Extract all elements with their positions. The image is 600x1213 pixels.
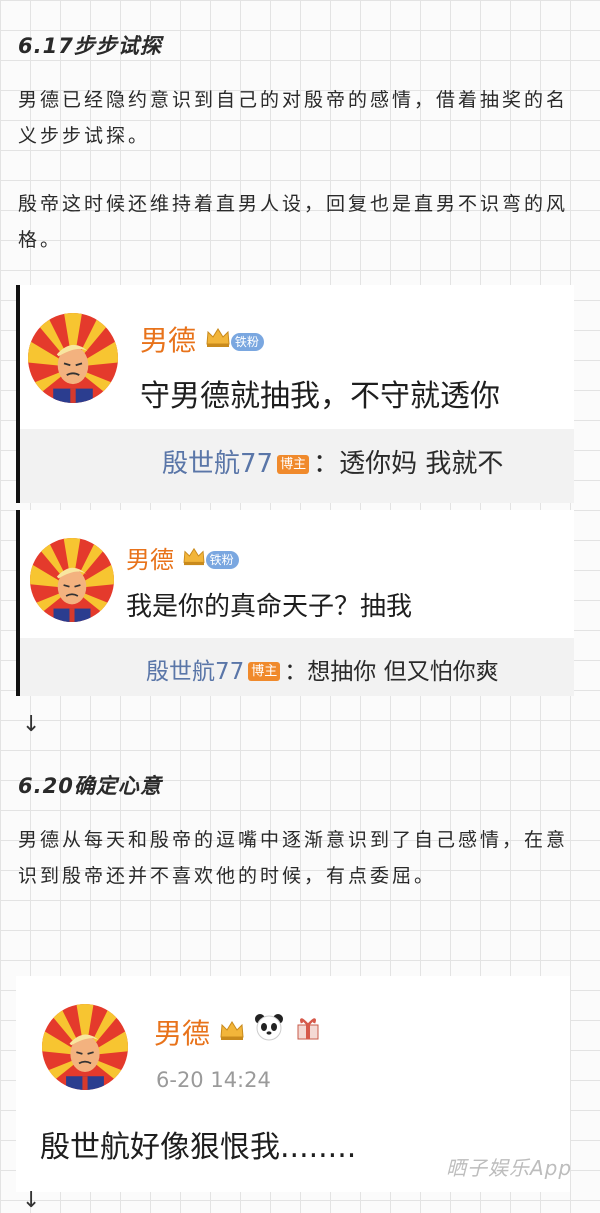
section-heading-617: 6.17步步试探 [18,34,162,58]
comment-card-1: 男德 铁粉 守男德就抽我，不守就透你 殷世航77 博主 ：透你妈 我就不 [16,285,574,503]
username-row: 男德 铁粉 [126,540,239,575]
crown-icon [205,322,231,355]
reply-text: ：想抽你 但又怕你爽 [284,659,499,685]
post-timestamp: 6-20 14:24 [156,1068,271,1092]
post-text: 殷世航好像狠恨我........ [40,1130,357,1165]
avatar[interactable] [30,538,114,622]
comment-text: 我是你的真命天子？抽我 [126,592,413,622]
avatar-icon [42,1004,128,1090]
down-arrow-icon: ↓ [22,712,41,737]
username-row: 男德 [154,1012,323,1052]
username[interactable]: 男德 [140,324,196,357]
watermark-logo: 晒子娱乐App [446,1156,573,1180]
avatar-icon [30,538,114,622]
reply-row: 殷世航77 博主 ：透你妈 我就不 [162,443,503,480]
blogger-badge: 博主 [277,455,310,474]
username[interactable]: 男德 [154,1017,210,1050]
panda-icon [254,1013,284,1048]
paragraph-1: 男德已经隐约意识到自己的对殷帝的感情，借着抽奖的名义步步试探。 [18,89,569,147]
reply-username[interactable]: 殷世航77 [162,449,273,479]
reply-username[interactable]: 殷世航77 [146,659,244,685]
avatar[interactable] [42,1004,128,1090]
crown-icon [182,544,206,572]
reply-block: 殷世航77 博主 ：想抽你 但又怕你爽 [20,638,574,696]
paragraph-2: 殷帝这时候还维持着直男人设，回复也是直男不识弯的风格。 [18,193,569,251]
reply-row: 殷世航77 博主 ：想抽你 但又怕你爽 [146,652,499,686]
username[interactable]: 男德 [126,546,174,574]
gift-icon [293,1013,323,1048]
paragraph-3: 男德从每天和殷帝的逗嘴中逐渐意识到了自己感情，在意识到殷帝还并不喜欢他的时候，有… [18,829,569,887]
username-row: 男德 铁粉 [140,319,264,359]
fan-badge: 铁粉 [205,551,239,569]
blogger-badge: 博主 [248,662,281,681]
section-heading-620: 6.20确定心意 [18,774,162,798]
avatar-icon [28,313,118,403]
crown-icon [219,1015,245,1048]
avatar[interactable] [28,313,118,403]
down-arrow-icon: ↓ [22,1188,41,1213]
reply-block: 殷世航77 博主 ：透你妈 我就不 [20,429,574,503]
comment-card-2: 男德 铁粉 我是你的真命天子？抽我 殷世航77 博主 ：想抽你 但又怕你爽 [16,510,574,696]
fan-badge: 铁粉 [230,333,264,351]
reply-text: ：透你妈 我就不 [313,449,504,479]
comment-text: 守男德就抽我，不守就透你 [140,379,500,414]
